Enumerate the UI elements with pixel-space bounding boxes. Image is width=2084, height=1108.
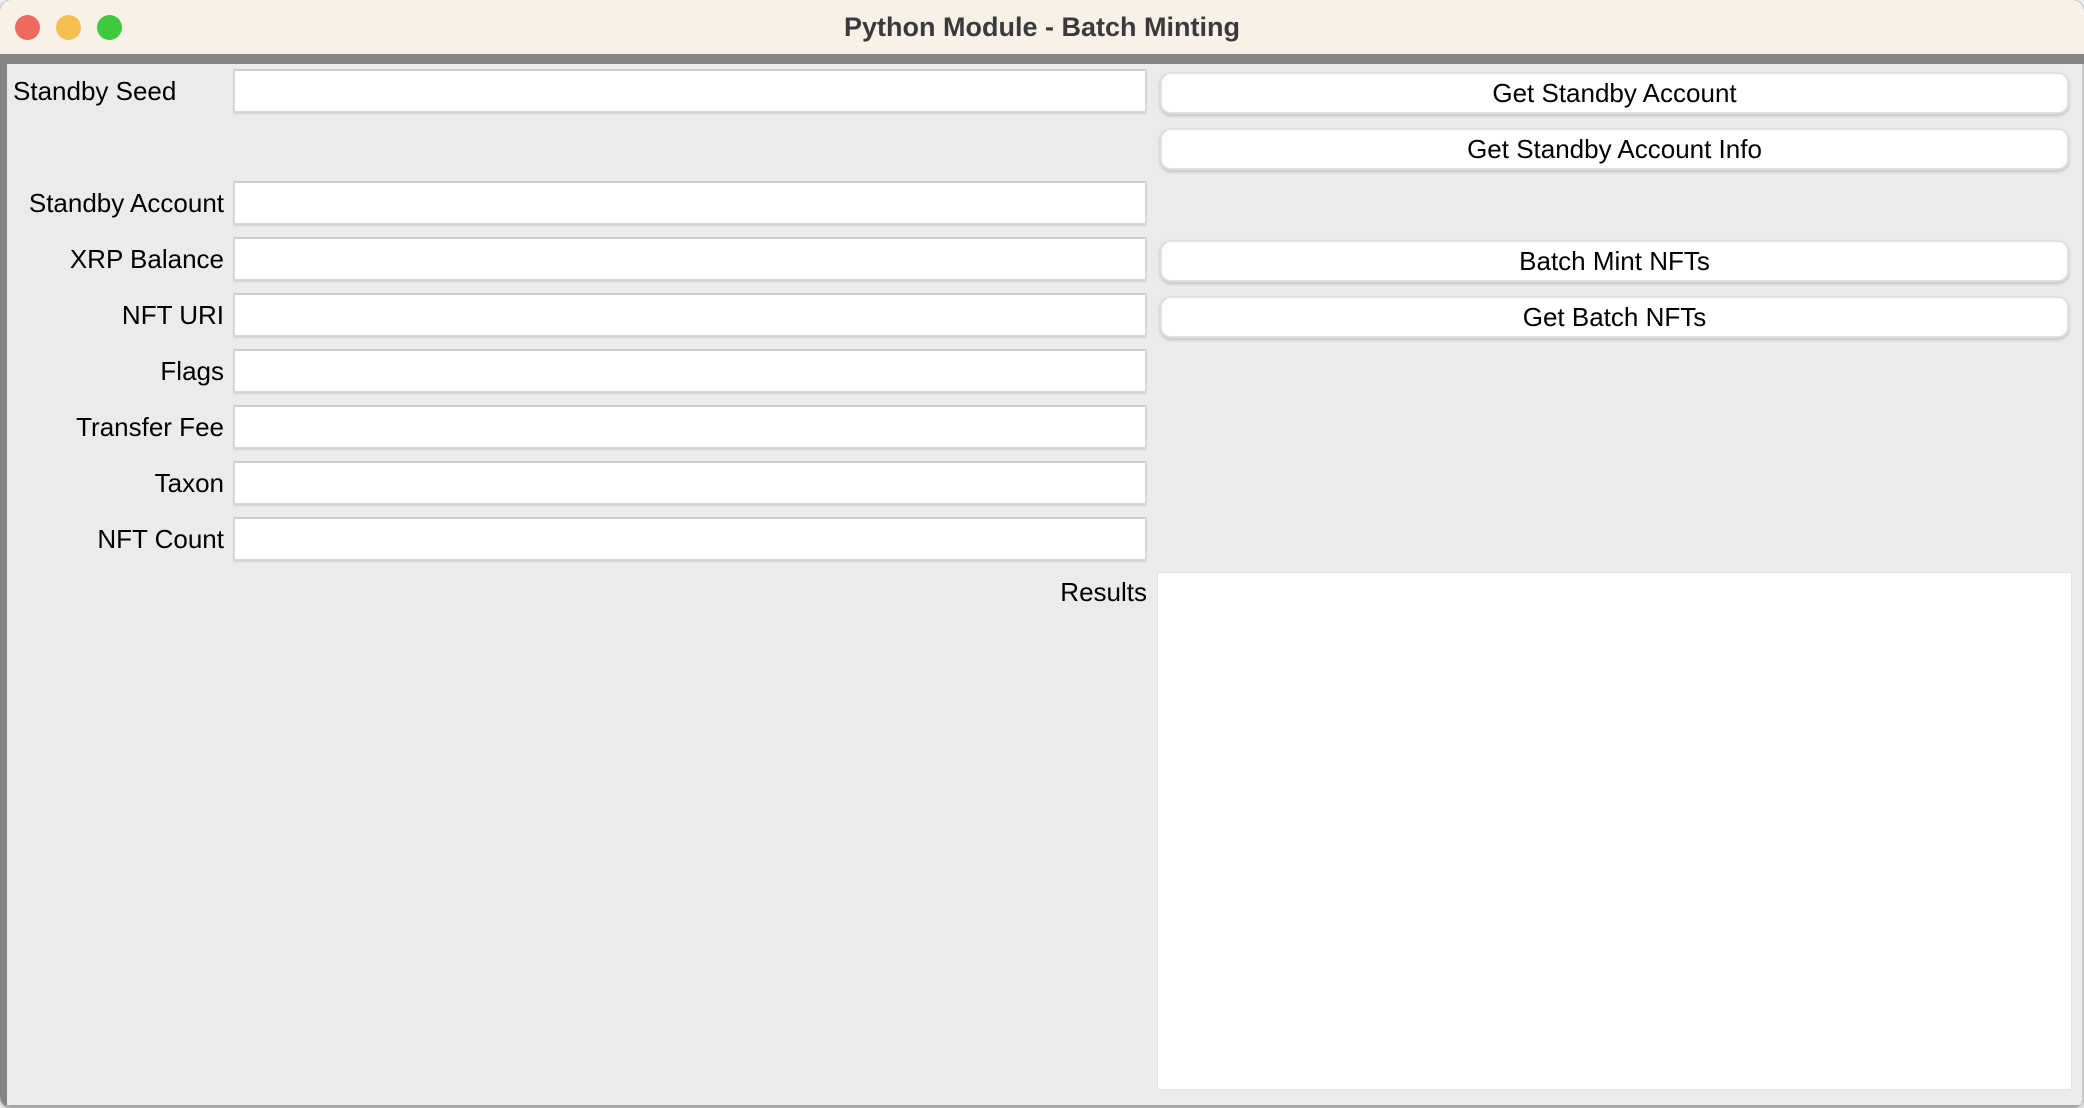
traffic-lights bbox=[15, 0, 122, 54]
zoom-button[interactable] bbox=[97, 15, 122, 40]
get-standby-account-button[interactable]: Get Standby Account bbox=[1160, 72, 2069, 114]
results-label: Results bbox=[933, 576, 1147, 608]
nft-uri-input[interactable] bbox=[233, 293, 1147, 337]
taxon-label: Taxon bbox=[7, 467, 224, 499]
xrp-balance-input[interactable] bbox=[233, 237, 1147, 281]
nft-count-input[interactable] bbox=[233, 517, 1147, 561]
results-textarea[interactable] bbox=[1157, 572, 2072, 1090]
nft-uri-label: NFT URI bbox=[7, 299, 224, 331]
standby-seed-input[interactable] bbox=[233, 69, 1147, 113]
xrp-balance-label: XRP Balance bbox=[7, 243, 224, 275]
batch-mint-nfts-button[interactable]: Batch Mint NFTs bbox=[1160, 240, 2069, 282]
window-title: Python Module - Batch Minting bbox=[0, 0, 2084, 54]
app-window: Python Module - Batch Minting Standby Se… bbox=[0, 0, 2084, 1108]
get-batch-nfts-button[interactable]: Get Batch NFTs bbox=[1160, 296, 2069, 338]
taxon-input[interactable] bbox=[233, 461, 1147, 505]
standby-account-input[interactable] bbox=[233, 181, 1147, 225]
minimize-button[interactable] bbox=[56, 15, 81, 40]
standby-seed-label: Standby Seed bbox=[13, 75, 176, 107]
transfer-fee-input[interactable] bbox=[233, 405, 1147, 449]
flags-label: Flags bbox=[7, 355, 224, 387]
titlebar-separator-band bbox=[0, 54, 2084, 64]
get-standby-account-info-button[interactable]: Get Standby Account Info bbox=[1160, 128, 2069, 170]
standby-account-label: Standby Account bbox=[7, 187, 224, 219]
nft-count-label: NFT Count bbox=[7, 523, 224, 555]
transfer-fee-label: Transfer Fee bbox=[7, 411, 224, 443]
close-button[interactable] bbox=[15, 15, 40, 40]
flags-input[interactable] bbox=[233, 349, 1147, 393]
titlebar: Python Module - Batch Minting bbox=[0, 0, 2084, 54]
